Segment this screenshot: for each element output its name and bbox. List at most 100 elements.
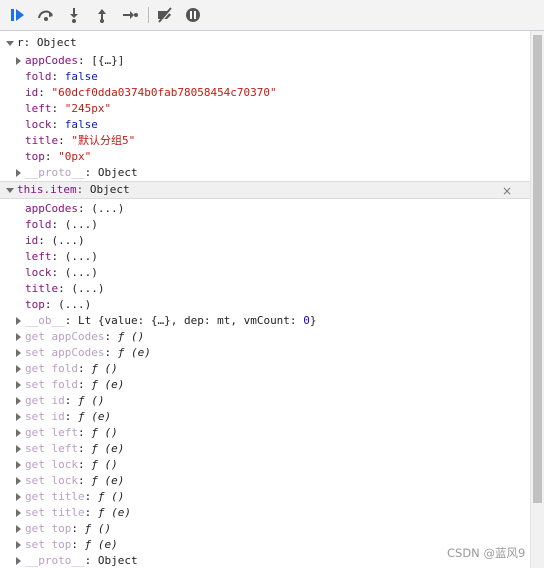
tree-row[interactable]: left: (...) [0, 249, 530, 265]
expand-triangle-icon[interactable] [16, 381, 21, 389]
expand-triangle-icon[interactable] [16, 525, 21, 533]
ob-mid: , vmCount: [230, 314, 304, 327]
expand-triangle-icon[interactable] [16, 397, 21, 405]
expand-triangle-icon[interactable] [16, 461, 21, 469]
tree-row[interactable]: set title: ƒ (e) [0, 505, 530, 521]
prop-key: get fold [25, 362, 78, 375]
tree-row[interactable]: set left: ƒ (e) [0, 441, 530, 457]
tree-row[interactable]: lock: (...) [0, 265, 530, 281]
tree-row[interactable]: set appCodes: ƒ (e) [0, 345, 530, 361]
tree-row[interactable]: get fold: ƒ () [0, 361, 530, 377]
expand-triangle-icon[interactable] [16, 169, 21, 177]
expand-triangle-icon[interactable] [6, 188, 14, 193]
prop-key: set id [25, 410, 65, 423]
prop-value: ƒ (e) [91, 474, 125, 487]
prop-value[interactable]: (...) [65, 218, 98, 231]
expand-triangle-icon[interactable] [16, 493, 21, 501]
tree-row[interactable]: appCodes: [{…}] [0, 53, 530, 69]
scrollbar-thumb[interactable] [533, 35, 542, 503]
tree-row[interactable]: get id: ƒ () [0, 393, 530, 409]
tree-row[interactable]: lock: false [0, 117, 530, 133]
prop-key: top [25, 298, 45, 311]
ob-prefix: Lt {value: {…}, dep: [78, 314, 218, 327]
prop-key: set appCodes [25, 346, 105, 359]
prop-value[interactable]: (...) [65, 266, 98, 279]
pause-on-exceptions-icon[interactable] [183, 5, 203, 25]
prop-key: set title [25, 506, 85, 519]
prop-value: ƒ () [91, 426, 118, 439]
step-over-icon[interactable] [36, 5, 56, 25]
prop-value[interactable]: (...) [58, 298, 91, 311]
tree-row[interactable]: __proto__: Object [0, 165, 530, 181]
expand-triangle-icon[interactable] [16, 317, 21, 325]
prop-value[interactable]: (...) [65, 250, 98, 263]
tree-row[interactable]: top: "0px" [0, 149, 530, 165]
prop-key: set fold [25, 378, 78, 391]
tree-row[interactable]: id: (...) [0, 233, 530, 249]
prop-value: false [64, 70, 98, 83]
close-icon[interactable]: × [502, 183, 512, 199]
prop-value: ƒ (e) [91, 378, 125, 391]
prop-key: get lock [25, 458, 78, 471]
tree-row[interactable]: set fold: ƒ (e) [0, 377, 530, 393]
prop-value: ƒ () [91, 458, 118, 471]
tree-row[interactable]: __ob__: Lt {value: {…}, dep: mt, vmCount… [0, 313, 530, 329]
prop-key: fold [25, 218, 52, 231]
prop-value: ƒ () [97, 490, 125, 503]
step-out-icon[interactable] [92, 5, 112, 25]
tree-row[interactable]: appCodes: (...) [0, 201, 530, 217]
tree-row[interactable]: get title: ƒ () [0, 489, 530, 505]
tree-row[interactable]: id: "60dcf0dda0374b0fab78058454c70370" [0, 85, 530, 101]
prop-value[interactable]: (...) [91, 202, 124, 215]
prop-key: id [25, 86, 39, 99]
expand-triangle-icon[interactable] [16, 57, 21, 65]
tree-row[interactable]: title: (...) [0, 281, 530, 297]
tree-row[interactable]: fold: (...) [0, 217, 530, 233]
prop-value: ƒ (e) [84, 538, 118, 551]
prop-value: ƒ (e) [78, 410, 112, 423]
watch-expression-header[interactable]: this.item: Object × [0, 181, 530, 199]
prop-key: __proto__ [25, 554, 85, 567]
tree-row[interactable]: get appCodes: ƒ () [0, 329, 530, 345]
prop-key: get title [25, 490, 85, 503]
prop-value[interactable]: (...) [71, 282, 104, 295]
prop-value[interactable]: (...) [52, 234, 85, 247]
tree-row[interactable]: fold: false [0, 69, 530, 85]
prop-value: ƒ () [78, 394, 105, 407]
prop-value: Object [97, 554, 138, 567]
expand-triangle-icon[interactable] [16, 365, 21, 373]
tree-row[interactable]: get lock: ƒ () [0, 457, 530, 473]
step-icon[interactable] [120, 5, 140, 25]
prop-key: fold [25, 70, 52, 83]
expand-triangle-icon[interactable] [16, 349, 21, 357]
tree-row[interactable]: title: "默认分组5" [0, 133, 530, 149]
deactivate-breakpoints-icon[interactable] [155, 5, 175, 25]
expand-triangle-icon[interactable] [16, 509, 21, 517]
tree-row[interactable]: top: (...) [0, 297, 530, 313]
tree-row[interactable]: get top: ƒ () [0, 521, 530, 537]
expand-triangle-icon[interactable] [16, 333, 21, 341]
expand-triangle-icon[interactable] [16, 477, 21, 485]
expand-triangle-icon[interactable] [16, 541, 21, 549]
tree-row[interactable]: set lock: ƒ (e) [0, 473, 530, 489]
expand-triangle-icon[interactable] [16, 445, 21, 453]
prop-value: ƒ (e) [91, 442, 125, 455]
prop-key: get appCodes [25, 330, 105, 343]
prop-key: title [25, 134, 59, 147]
expand-triangle-icon[interactable] [16, 429, 21, 437]
object-r-header[interactable]: r: Object [0, 35, 530, 51]
prop-value: ƒ () [84, 522, 112, 535]
tree-row[interactable]: get left: ƒ () [0, 425, 530, 441]
step-into-icon[interactable] [64, 5, 84, 25]
tree-row[interactable]: set id: ƒ (e) [0, 409, 530, 425]
prop-value: "60dcf0dda0374b0fab78058454c70370" [51, 86, 277, 99]
prop-value: Object [97, 166, 138, 179]
expand-triangle-icon[interactable] [16, 413, 21, 421]
prop-key: get id [25, 394, 65, 407]
expand-triangle-icon[interactable] [16, 557, 21, 565]
expand-triangle-icon[interactable] [6, 41, 14, 46]
resume-icon[interactable] [8, 5, 28, 25]
prop-value: false [64, 118, 98, 131]
vertical-scrollbar[interactable] [530, 31, 544, 568]
tree-row[interactable]: left: "245px" [0, 101, 530, 117]
